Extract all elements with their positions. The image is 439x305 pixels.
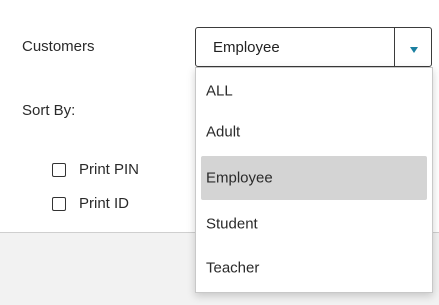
print-pin-option[interactable]: Print PIN xyxy=(52,161,139,178)
dropdown-option-all[interactable]: ALL xyxy=(196,71,432,111)
print-pin-checkbox[interactable] xyxy=(52,162,66,177)
customers-select[interactable]: Employee xyxy=(195,27,432,67)
customers-select-value: Employee xyxy=(213,39,280,56)
print-id-checkbox[interactable] xyxy=(52,196,66,211)
print-id-label: Print ID xyxy=(79,195,130,212)
dropdown-option-label: ALL xyxy=(206,82,233,100)
customers-dropdown-list: ALL Adult Employee Student Teacher xyxy=(195,67,433,293)
dropdown-option-adult[interactable]: Adult xyxy=(196,112,432,152)
select-divider xyxy=(394,28,395,66)
dropdown-option-employee[interactable]: Employee xyxy=(201,156,427,200)
sort-by-label: Sort By: xyxy=(22,102,76,119)
dropdown-option-label: Student xyxy=(206,215,258,233)
print-id-option[interactable]: Print ID xyxy=(52,195,129,212)
dropdown-option-student[interactable]: Student xyxy=(196,204,432,244)
print-pin-label: Print PIN xyxy=(79,161,140,178)
customers-label: Customers xyxy=(22,38,95,55)
chevron-down-icon[interactable] xyxy=(407,45,421,55)
dropdown-option-label: Adult xyxy=(206,123,241,141)
dropdown-option-label: Employee xyxy=(206,169,273,187)
dropdown-option-teacher[interactable]: Teacher xyxy=(196,248,432,288)
dropdown-option-label: Teacher xyxy=(206,259,260,277)
